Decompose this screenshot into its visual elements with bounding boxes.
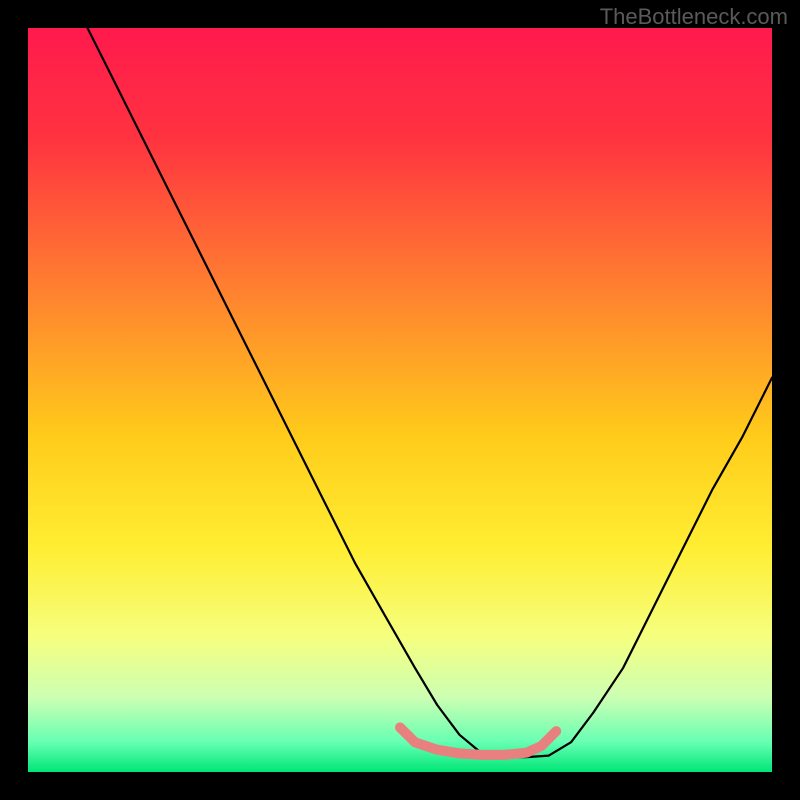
- chart-area: [28, 28, 772, 772]
- chart-svg: [28, 28, 772, 772]
- watermark-text: TheBottleneck.com: [600, 4, 788, 30]
- gradient-background: [28, 28, 772, 772]
